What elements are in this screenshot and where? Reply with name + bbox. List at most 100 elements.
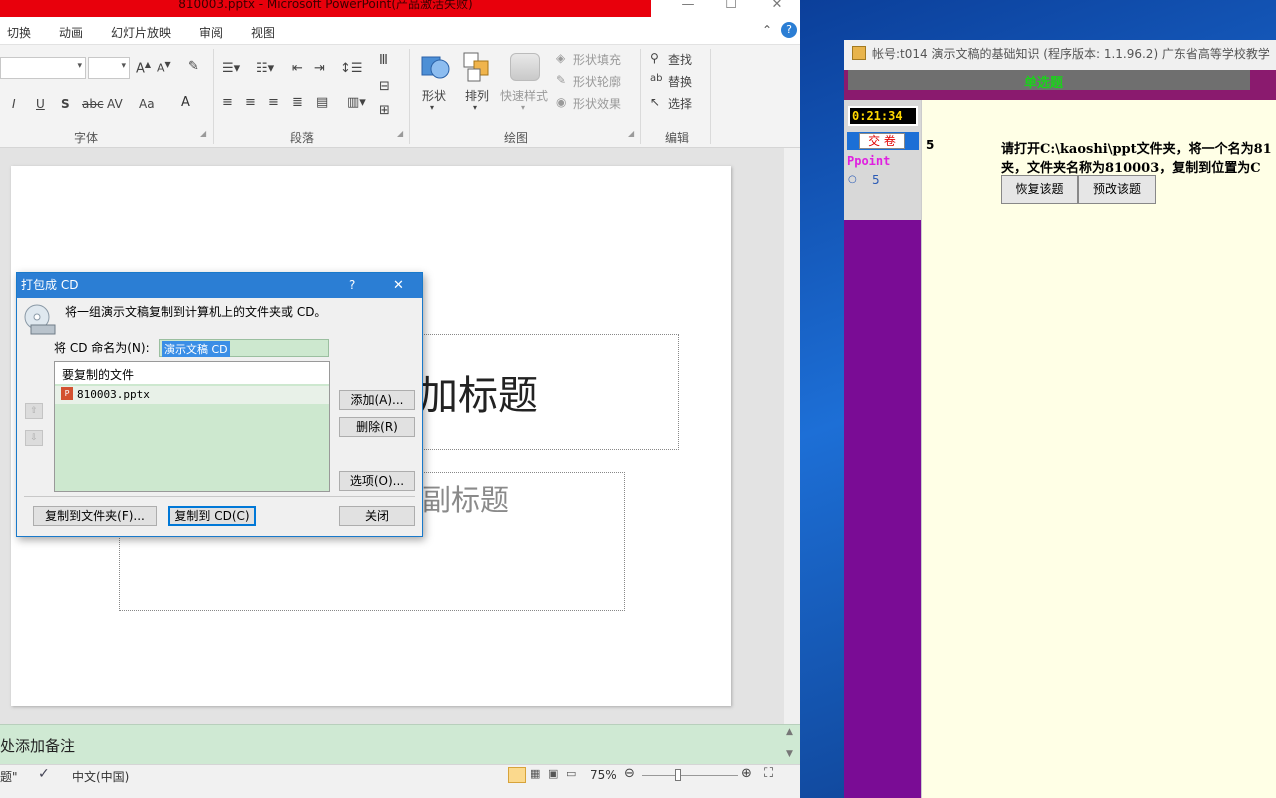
decrease-indent-icon[interactable]: ⇤ xyxy=(292,61,303,76)
shapes-label: 形状 xyxy=(422,89,447,103)
submit-button[interactable]: 交 卷 xyxy=(859,133,905,149)
files-list-header: 要复制的文件 xyxy=(55,362,329,384)
collapse-ribbon-icon[interactable]: ⌃ xyxy=(762,23,772,37)
reading-view-icon[interactable]: ▣ xyxy=(548,767,558,780)
quick-styles-icon xyxy=(510,53,540,81)
cd-name-input[interactable]: 演示文稿 CD xyxy=(159,339,329,357)
dialog-title-bar: 打包成 CD ? ✕ xyxy=(17,273,422,298)
list-item[interactable]: P 810003.pptx xyxy=(55,386,329,404)
shadow-button[interactable]: S xyxy=(61,97,70,111)
drawing-dialog-launcher-icon[interactable]: ◢ xyxy=(628,129,634,138)
files-list[interactable]: 要复制的文件 P 810003.pptx xyxy=(54,361,330,492)
zoom-in-icon[interactable]: ⊕ xyxy=(741,766,752,781)
underline-button[interactable]: U xyxy=(36,97,45,111)
clear-format-icon[interactable]: ✎ xyxy=(188,59,199,74)
shape-outline-icon[interactable]: ✎ xyxy=(556,73,566,87)
move-down-button[interactable]: ⇩ xyxy=(25,430,43,446)
question-number: 5 xyxy=(926,138,935,152)
distributed-icon[interactable]: ▤ xyxy=(316,95,328,110)
close-button[interactable]: ✕ xyxy=(754,0,800,17)
ppoint-item[interactable]: 5 xyxy=(872,173,880,187)
select-button[interactable]: 选择 xyxy=(668,95,692,112)
copy-to-folder-button[interactable]: 复制到文件夹(F)... xyxy=(33,506,157,526)
shape-outline-label[interactable]: 形状轮廓 xyxy=(573,73,621,90)
maximize-button[interactable]: ☐ xyxy=(708,0,754,17)
tab-slideshow[interactable]: 幻灯片放映 xyxy=(111,24,171,41)
scroll-down-icon[interactable]: ▼ xyxy=(786,749,793,759)
char-spacing-button[interactable]: AV xyxy=(107,97,123,111)
shape-effects-label[interactable]: 形状效果 xyxy=(573,95,621,112)
arrange-button[interactable]: 排列 ▾ xyxy=(458,51,496,121)
dialog-close-button[interactable]: 关闭 xyxy=(339,506,415,526)
remove-file-button[interactable]: 删除(R) xyxy=(339,417,415,437)
align-center-icon[interactable]: ≡ xyxy=(245,95,256,110)
text-direction-icon[interactable]: Ⅲ xyxy=(379,53,388,68)
justify-icon[interactable]: ≣ xyxy=(292,95,303,110)
quick-styles-button[interactable]: 快速样式 ▾ xyxy=(500,51,552,121)
language-status[interactable]: 中文(中国) xyxy=(72,768,129,785)
notes-pane[interactable]: 处添加备注 ▲ ▼ xyxy=(0,724,800,764)
shrink-font-icon[interactable]: A▼ xyxy=(157,60,171,75)
tab-review[interactable]: 审阅 xyxy=(199,24,223,41)
grow-font-icon[interactable]: A▲ xyxy=(136,60,151,76)
bullets-icon[interactable]: ☰▾ xyxy=(222,61,240,76)
change-case-button[interactable]: Aa xyxy=(139,97,155,111)
smartart-icon[interactable]: ⊞ xyxy=(379,103,390,118)
paragraph-dialog-launcher-icon[interactable]: ◢ xyxy=(397,129,403,138)
dialog-help-button[interactable]: ? xyxy=(349,273,355,298)
columns-icon[interactable]: ▥▾ xyxy=(347,95,366,110)
scroll-up-icon[interactable]: ▲ xyxy=(786,727,793,737)
align-left-icon[interactable]: ≡ xyxy=(222,95,233,110)
dialog-close-icon[interactable]: ✕ xyxy=(393,273,404,298)
move-up-button[interactable]: ⇧ xyxy=(25,403,43,419)
italic-button[interactable]: I xyxy=(12,97,16,111)
help-icon[interactable]: ? xyxy=(781,22,797,38)
replace-icon[interactable]: ab xyxy=(650,73,662,84)
spellcheck-icon[interactable]: ✓ xyxy=(38,766,50,782)
zoom-level[interactable]: 75% xyxy=(590,768,617,782)
add-file-button[interactable]: 添加(A)... xyxy=(339,390,415,410)
chevron-down-icon: ▾ xyxy=(473,103,478,112)
shape-fill-icon[interactable]: ◈ xyxy=(556,51,565,65)
paragraph-group-label: 段落 xyxy=(290,131,315,145)
shapes-button[interactable]: 形状 ▾ xyxy=(416,51,454,121)
line-spacing-icon[interactable]: ↕☰ xyxy=(340,61,363,76)
question-text-line1: 请打开C:\kaoshi\ppt文件夹，将一个名为81 xyxy=(1001,142,1272,157)
slideshow-icon[interactable]: ▭ xyxy=(566,767,576,780)
numbering-icon[interactable]: ☷▾ xyxy=(256,61,274,76)
minimize-button[interactable]: — xyxy=(665,0,711,17)
shape-effects-icon[interactable]: ◉ xyxy=(556,95,566,109)
shape-fill-label[interactable]: 形状填充 xyxy=(573,51,621,68)
radio-icon[interactable]: ○ xyxy=(848,174,857,185)
fit-to-window-icon[interactable]: ⛶ xyxy=(764,766,773,781)
cursor-icon[interactable]: ↖ xyxy=(650,95,660,109)
align-right-icon[interactable]: ≡ xyxy=(268,95,279,110)
restore-question-button[interactable]: 恢复该题 xyxy=(1001,175,1078,204)
align-text-icon[interactable]: ⊟ xyxy=(379,79,390,94)
tab-animations[interactable]: 动画 xyxy=(59,24,83,41)
copy-to-cd-button[interactable]: 复制到 CD(C) xyxy=(168,506,256,526)
strikethrough-button[interactable]: abc xyxy=(82,97,104,111)
title-placeholder-text: 加标题 xyxy=(418,373,538,419)
zoom-slider-track[interactable] xyxy=(642,775,738,776)
preview-question-button[interactable]: 预改该题 xyxy=(1078,175,1156,204)
options-button[interactable]: 选项(O)... xyxy=(339,471,415,491)
font-dialog-launcher-icon[interactable]: ◢ xyxy=(200,129,206,138)
vertical-scrollbar[interactable] xyxy=(784,148,800,724)
find-button[interactable]: 查找 xyxy=(668,51,692,68)
tab-view[interactable]: 视图 xyxy=(251,24,275,41)
font-name-box[interactable]: ▾ xyxy=(0,57,86,79)
font-color-button[interactable]: A xyxy=(181,95,190,110)
app-icon xyxy=(852,46,866,60)
zoom-slider-thumb[interactable] xyxy=(675,769,681,781)
subtitle-placeholder-text: 副标题 xyxy=(422,483,510,517)
tab-transitions[interactable]: 切换 xyxy=(7,24,31,41)
replace-button[interactable]: 替换 xyxy=(668,73,692,90)
increase-indent-icon[interactable]: ⇥ xyxy=(314,61,325,76)
normal-view-icon[interactable] xyxy=(508,767,526,783)
binoculars-icon[interactable]: ⚲ xyxy=(650,51,659,65)
slide-sorter-icon[interactable]: ▦ xyxy=(530,767,540,780)
font-size-box[interactable]: ▾ xyxy=(88,57,130,79)
question-area: 5 请打开C:\kaoshi\ppt文件夹，将一个名为81 夹，文件夹名称为81… xyxy=(921,100,1276,798)
zoom-out-icon[interactable]: ⊖ xyxy=(624,766,635,781)
